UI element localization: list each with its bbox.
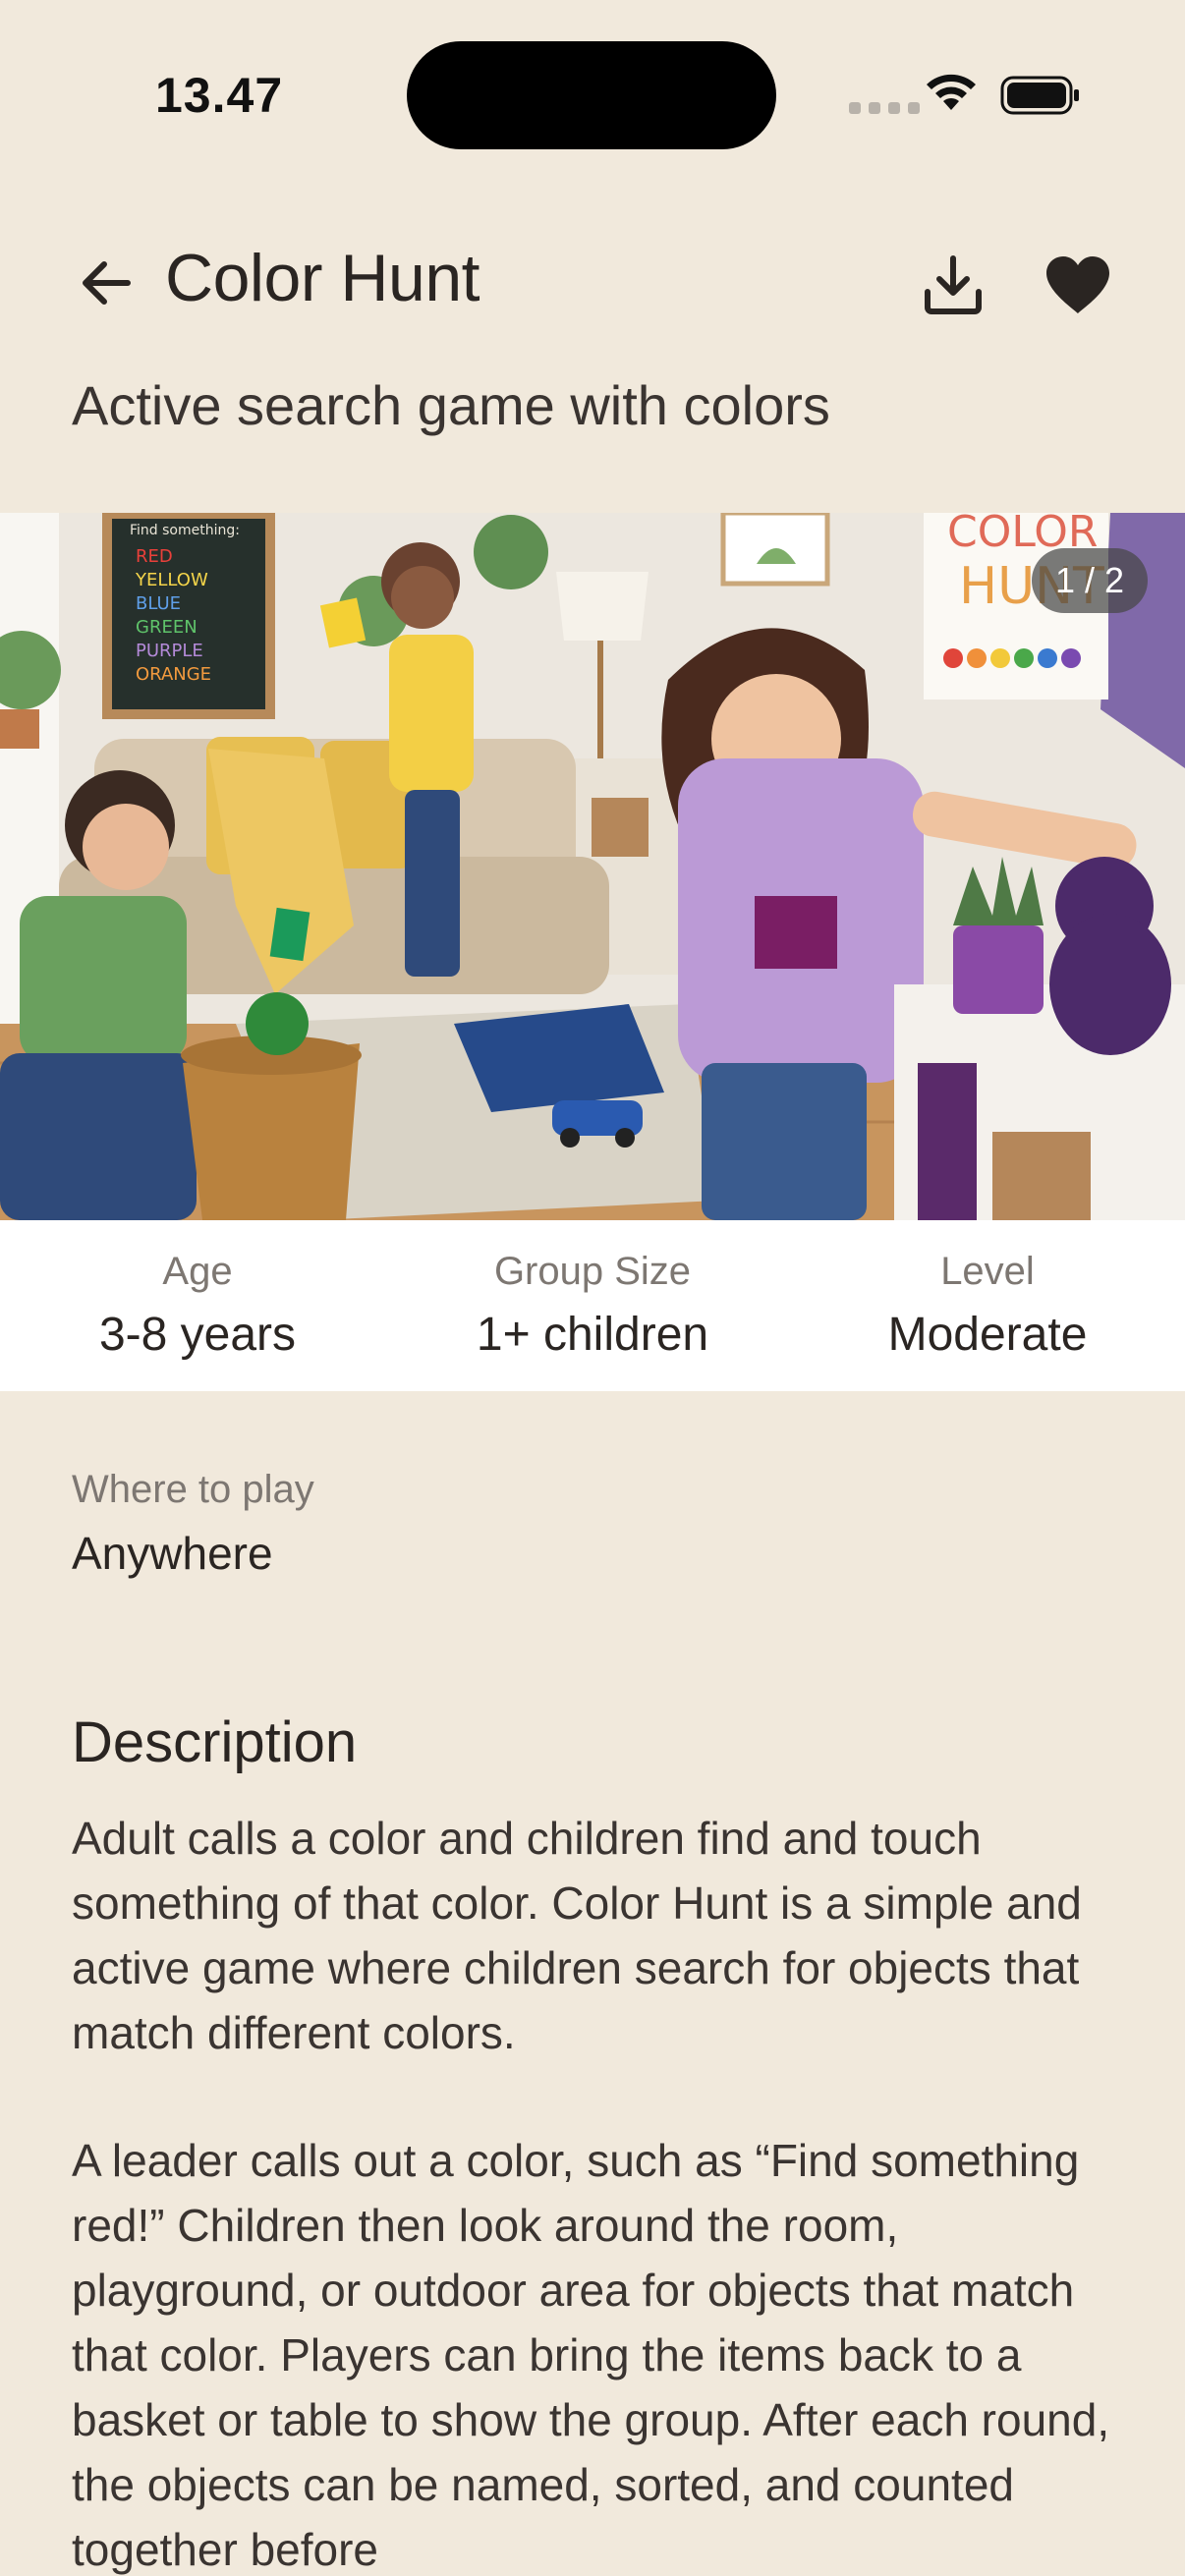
status-time: 13.47 <box>155 68 284 123</box>
stat-value: Moderate <box>887 1309 1088 1361</box>
description-heading: Description <box>72 1710 358 1774</box>
hero-image-gallery[interactable]: Find something: RED YELLOW BLUE GREEN PU… <box>0 513 1185 1220</box>
dynamic-island <box>407 41 776 149</box>
stat-level: Level Moderate <box>790 1220 1185 1391</box>
chalk-word-yellow: YELLOW <box>135 570 208 590</box>
stat-label: Level <box>940 1250 1035 1293</box>
status-bar: 13.47 <box>0 0 1185 196</box>
image-counter: 1 / 2 <box>1031 548 1148 613</box>
where-to-play-value: Anywhere <box>72 1528 273 1579</box>
description-paragraph-1: Adult calls a color and children find an… <box>72 1813 1082 2058</box>
battery-icon <box>1000 76 1079 115</box>
description-paragraph-2: A leader calls out a color, such as “Fin… <box>72 2135 1110 2575</box>
chalk-word-red: RED <box>136 546 173 567</box>
stat-group-size: Group Size 1+ children <box>395 1220 790 1391</box>
download-button[interactable] <box>912 244 994 326</box>
stat-value: 3-8 years <box>98 1309 297 1361</box>
stat-age: Age 3-8 years <box>0 1220 395 1391</box>
chalk-word-orange: ORANGE <box>136 664 211 685</box>
wifi-icon <box>927 74 976 110</box>
activity-photo: Find something: RED YELLOW BLUE GREEN PU… <box>0 513 1185 1220</box>
chalk-word-purple: PURPLE <box>136 641 203 661</box>
arrow-left-icon <box>83 261 131 305</box>
chalk-word-blue: BLUE <box>136 593 181 614</box>
favorite-button[interactable] <box>1034 244 1122 326</box>
page-subtitle: Active search game with colors <box>72 374 830 436</box>
stat-value: 1+ children <box>476 1309 709 1361</box>
activity-stats: Age 3-8 years Group Size 1+ children Lev… <box>0 1220 1185 1391</box>
stat-label: Age <box>162 1250 233 1293</box>
download-icon <box>925 255 982 314</box>
stat-label: Group Size <box>493 1250 692 1293</box>
where-to-play-label: Where to play <box>72 1468 314 1511</box>
back-button[interactable] <box>69 246 143 320</box>
page-title: Color Hunt <box>165 241 480 315</box>
chalkboard-heading: Find something: <box>130 523 240 538</box>
chalk-word-green: GREEN <box>136 617 198 638</box>
heart-icon <box>1046 256 1109 313</box>
cellular-signal-icon <box>849 102 920 114</box>
